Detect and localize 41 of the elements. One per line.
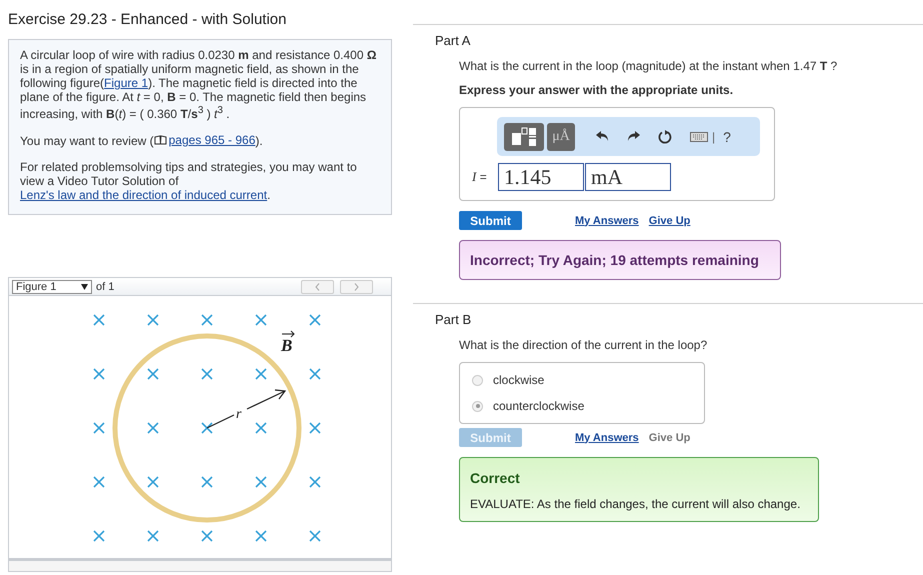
pages-link[interactable]: pages 965 - 966	[154, 133, 256, 147]
chevron-right-icon	[354, 282, 359, 290]
value-field[interactable]: 1.145	[498, 163, 584, 191]
variable-label: I =	[472, 169, 488, 185]
text-link[interactable]: Figure 1	[104, 76, 148, 90]
units-button[interactable]: μÅ	[547, 122, 575, 150]
reset-icon[interactable]	[658, 130, 672, 144]
question-text: What is the current in the loop (magnitude) at the instant when 1.47 T ?	[459, 59, 838, 73]
caret-icon	[81, 284, 88, 290]
field-label: B	[281, 330, 295, 355]
problem-paragraph: You may want to review ( pages 965 - 966).	[20, 133, 264, 148]
option-label: counterclockwise	[493, 399, 584, 413]
give-up-link[interactable]: Give Up	[648, 214, 690, 226]
help-button[interactable]: ?	[723, 128, 731, 144]
toolbar-separator: |	[712, 130, 716, 144]
radio-button[interactable]	[472, 400, 483, 412]
feedback-message: Correct EVALUATE: As the field changes, the current will also change.	[459, 457, 819, 522]
chevron-left-icon	[315, 282, 320, 290]
figure-select[interactable]: Figure 1	[12, 280, 92, 294]
figure-count: of 1	[96, 280, 114, 292]
my-answers-link[interactable]: My Answers	[575, 214, 639, 226]
part-title: Part B	[435, 312, 472, 327]
feedback-message: Incorrect; Try Again; 19 attempts remaining	[459, 240, 781, 280]
book-icon	[154, 135, 167, 145]
problem-paragraph: For related problemsolving tips and strategies, you may want to view a Video Tutor Solution of Lenz's law and the direction of induced current.	[20, 160, 358, 202]
text-link[interactable]: Lenz's law and the direction of induced current	[20, 188, 268, 202]
instruction-text: Express your answer with the appropriate units.	[459, 83, 734, 97]
units-field[interactable]: mA	[585, 163, 671, 191]
radius-label: r	[236, 407, 242, 422]
redo-icon[interactable]	[627, 131, 640, 142]
exercise-title: Exercise 29.23 - Enhanced - with Solution	[8, 11, 288, 28]
option-label: clockwise	[493, 373, 544, 387]
part-title: Part A	[435, 33, 472, 48]
keyboard-icon[interactable]	[690, 132, 708, 142]
submit-button[interactable]: Submit	[459, 211, 522, 230]
my-answers-link[interactable]: My Answers	[575, 432, 639, 444]
question-text: What is the direction of the current in the loop?	[459, 338, 708, 352]
radio-button[interactable]	[472, 374, 483, 386]
problem-paragraph: A circular loop of wire with radius 0.0230 m and resistance 0.400 Ω is in a region of spatially uniform magnetic field, as shown in the following figure(Figure 1). The magnetic field is directed into the plane of the figure. At t = 0, B = 0. The magnetic field then begins increasing, with B(t) = ( 0.360 T/s$^{3}$ ) t$^{3}$ .	[20, 48, 378, 121]
undo-icon[interactable]	[596, 131, 609, 142]
template-button[interactable]	[504, 122, 544, 150]
